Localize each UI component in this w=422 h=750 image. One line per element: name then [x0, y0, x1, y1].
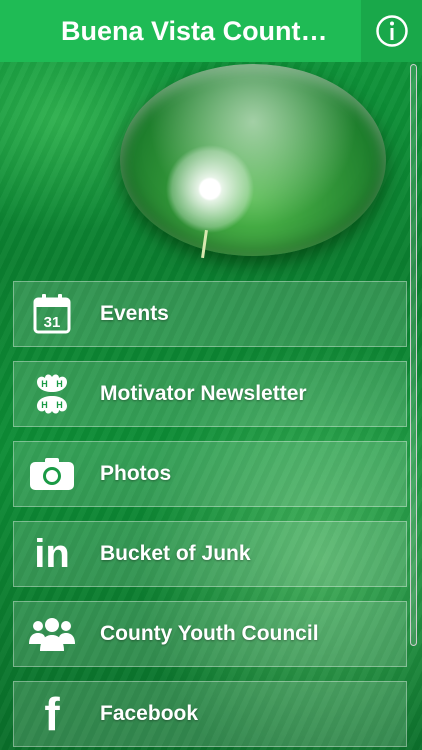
menu-item-facebook[interactable]: f Facebook — [13, 681, 407, 747]
menu-item-motivator-newsletter[interactable]: H H H H Motivator Newsletter — [13, 361, 407, 427]
menu-item-county-youth-council[interactable]: County Youth Council — [13, 601, 407, 667]
svg-text:H: H — [41, 400, 48, 410]
menu-item-label: Facebook — [100, 702, 199, 725]
facebook-icon: f — [14, 681, 90, 747]
people-group-icon — [14, 601, 90, 667]
svg-text:H: H — [41, 379, 48, 389]
scrollbar[interactable] — [410, 64, 417, 646]
calendar-icon: 31 — [14, 281, 90, 347]
menu-item-events[interactable]: 31 Events — [13, 281, 407, 347]
menu-item-label: Motivator Newsletter — [100, 382, 307, 405]
linkedin-icon: in — [14, 521, 90, 587]
menu-item-label: County Youth Council — [100, 622, 319, 645]
four-leaf-clover-icon: H H H H — [14, 361, 90, 427]
info-button[interactable] — [361, 0, 422, 62]
svg-text:H: H — [56, 379, 63, 389]
svg-text:H: H — [56, 400, 63, 410]
menu-item-label: Events — [100, 302, 169, 325]
page-title: Buena Vista Count… — [61, 16, 328, 46]
camera-icon — [14, 441, 90, 507]
menu-item-label: Bucket of Junk — [100, 542, 251, 565]
app-header: Buena Vista Count… — [0, 0, 422, 62]
dandelion-water-drop-image — [120, 64, 386, 256]
info-circle-icon — [375, 15, 408, 47]
calendar-day: 31 — [44, 314, 61, 331]
menu-item-label: Photos — [100, 462, 172, 485]
facebook-glyph: f — [44, 688, 60, 740]
linkedin-glyph: in — [34, 532, 70, 576]
menu-item-bucket-of-junk[interactable]: in Bucket of Junk — [13, 521, 407, 587]
menu-item-photos[interactable]: Photos — [13, 441, 407, 507]
